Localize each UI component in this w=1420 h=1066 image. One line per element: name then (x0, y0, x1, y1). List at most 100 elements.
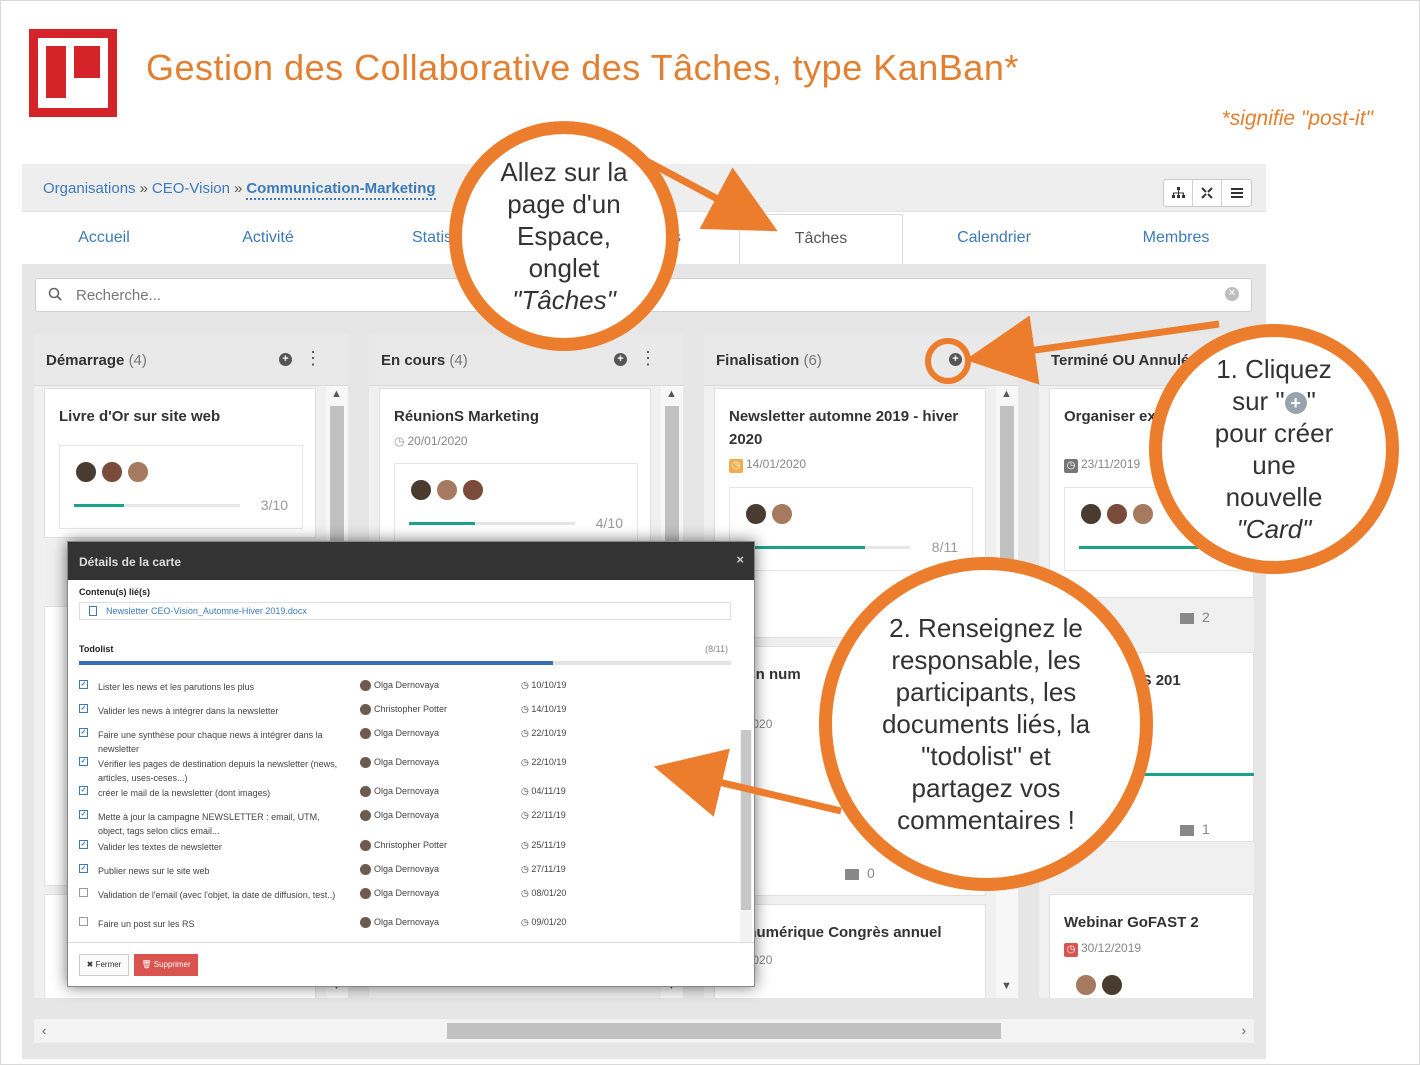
card-comments[interactable]: 2 (1180, 609, 1210, 625)
kanban-card[interactable]: RéunionS Marketing ◷ 20/01/2020 4/10 (379, 388, 651, 558)
todo-text: Validation de l'email (avec l'objet, la … (98, 890, 336, 900)
annotation-fill-hint: 2. Renseignez le responsable, les partic… (819, 557, 1153, 891)
todo-assignee[interactable]: Olga Dernovaya (360, 888, 439, 900)
avatar (360, 888, 371, 900)
todo-checkbox[interactable]: ✓ (79, 704, 88, 713)
annotation-add-hint: 1. Cliquez sur " + " pour créer une nouvel… (1149, 324, 1399, 574)
expand-icon[interactable] (1193, 180, 1222, 206)
scroll-right-icon[interactable]: › (1242, 1023, 1246, 1038)
modal-footer: ✖ Fermer 🗑 Supprimer (68, 942, 754, 986)
column-title: En cours (4) (381, 352, 468, 369)
todo-checkbox[interactable]: ✓ (79, 757, 88, 766)
card-comments[interactable]: 1 (1180, 821, 1210, 837)
modal-header: Détails de la carte × (68, 542, 754, 580)
todo-due-date: ◷ 27/11/19 (521, 864, 566, 874)
todo-checkbox[interactable]: ✓ (79, 840, 88, 849)
participant-avatars (1074, 973, 1126, 997)
todo-assignee[interactable]: Olga Dernovaya (360, 757, 439, 769)
todo-due-date: ◷ 08/01/20 (521, 888, 567, 898)
todo-assignee[interactable]: Olga Dernovaya (360, 810, 439, 822)
todo-due-date: ◷ 22/11/19 (521, 810, 566, 820)
todo-ratio: 4/10 (595, 515, 623, 531)
linked-document[interactable]: Newsletter CEO-Vision_Automne-Hiver 2019… (79, 602, 731, 620)
todo-checkbox[interactable]: ✓ (79, 786, 88, 795)
avatar (461, 478, 485, 502)
card-date: ◷ 14/01/2020 (729, 457, 806, 473)
todo-checkbox[interactable]: ✓ (79, 728, 88, 737)
todo-due-date: ◷ 09/01/20 (521, 917, 567, 927)
kanban-card[interactable]: Livre d'Or sur site web 3/10 (44, 388, 316, 538)
add-card-icon[interactable]: + (279, 353, 292, 366)
clock-icon: ◷ (521, 757, 532, 767)
view-toolbar (1163, 179, 1252, 207)
column-menu-icon[interactable]: ⋮ (639, 348, 657, 369)
clock-icon: ◷ (521, 704, 532, 714)
participant-avatars (409, 478, 487, 502)
card-comments[interactable]: 0 (845, 865, 875, 881)
avatar (360, 864, 371, 876)
card-summary: 8/11 (729, 487, 973, 571)
clock-icon: ◷ (521, 864, 532, 874)
todo-assignee[interactable]: Olga Dernovaya (360, 680, 439, 692)
sitemap-icon[interactable] (1164, 180, 1193, 206)
todo-ratio: 8/11 (931, 539, 958, 555)
todo-checkbox[interactable]: ✓ (79, 810, 88, 819)
progress-bar (409, 522, 575, 525)
search-icon (48, 287, 62, 305)
avatar (1079, 502, 1103, 526)
todo-text: Publier news sur le site web (98, 866, 210, 876)
avatar (360, 704, 371, 716)
kanban-card[interactable]: Webinar GoFAST 2 ◷ 30/12/2019 (1049, 894, 1254, 998)
todo-checkbox[interactable] (79, 888, 88, 897)
todo-text: Valider les news à intégrer dans la news… (98, 706, 279, 716)
clear-search-icon[interactable]: ✕ (1225, 287, 1239, 301)
avatar (360, 757, 371, 769)
close-icon[interactable]: × (736, 552, 744, 567)
breadcrumb-organisations[interactable]: Organisations (43, 180, 136, 197)
add-card-icon[interactable]: + (614, 353, 627, 366)
todo-checkbox[interactable] (79, 917, 88, 926)
todo-ratio: 3/10 (260, 497, 288, 513)
todo-assignee[interactable]: Olga Dernovaya (360, 864, 439, 876)
todo-text: Lister les news et les parutions les plu… (98, 682, 255, 692)
card-title: Livre d'Or sur site web (59, 408, 221, 425)
delete-button[interactable]: 🗑 Supprimer (134, 954, 198, 976)
comment-icon (1180, 612, 1194, 624)
todo-assignee[interactable]: Christopher Potter (360, 704, 447, 716)
todo-assignee[interactable]: Christopher Potter (360, 840, 447, 852)
menu-icon[interactable] (1222, 180, 1251, 206)
avatar (409, 478, 433, 502)
avatar (360, 680, 371, 692)
avatar (435, 478, 459, 502)
progress-bar (744, 546, 910, 549)
card-title: er numérique Congrès annuel (729, 924, 942, 941)
todo-due-date: ◷ 25/11/19 (521, 840, 566, 850)
column-menu-icon[interactable]: ⋮ (304, 348, 322, 369)
todo-checkbox[interactable]: ✓ (79, 864, 88, 873)
todo-assignee[interactable]: Olga Dernovaya (360, 786, 439, 798)
annotation-tab-hint: Allez sur la page d'un Espace, onglet "T… (449, 121, 679, 351)
avatar (74, 460, 98, 484)
breadcrumb-ceo-vision[interactable]: CEO-Vision (152, 180, 230, 197)
scroll-left-icon[interactable]: ‹ (42, 1023, 46, 1038)
tab-activite[interactable]: Activité (208, 212, 328, 264)
tab-accueil[interactable]: Accueil (44, 212, 164, 264)
breadcrumb-current[interactable]: Communication-Marketing (246, 180, 436, 200)
avatar (770, 502, 794, 526)
todo-assignee[interactable]: Olga Dernovaya (360, 917, 439, 929)
board-horizontal-scrollbar[interactable]: ‹ › (34, 1019, 1254, 1043)
card-date: ◷ 30/12/2019 (1064, 941, 1141, 957)
tab-membres[interactable]: Membres (1116, 212, 1236, 264)
add-card-icon[interactable]: + (949, 353, 962, 366)
todo-checkbox[interactable]: ✓ (79, 680, 88, 689)
tab-calendrier[interactable]: Calendrier (934, 212, 1054, 264)
tab-taches[interactable]: Tâches (739, 214, 903, 264)
todolist-progress (79, 661, 731, 665)
close-button[interactable]: ✖ Fermer (79, 954, 129, 976)
avatar (126, 460, 150, 484)
todo-text: Mette à jour la campagne NEWSLETTER : em… (98, 812, 320, 836)
comment-icon (845, 868, 859, 880)
todo-text: Valider les textes de newsletter (98, 842, 222, 852)
clock-icon: ◷ (521, 728, 532, 738)
todo-assignee[interactable]: Olga Dernovaya (360, 728, 439, 740)
